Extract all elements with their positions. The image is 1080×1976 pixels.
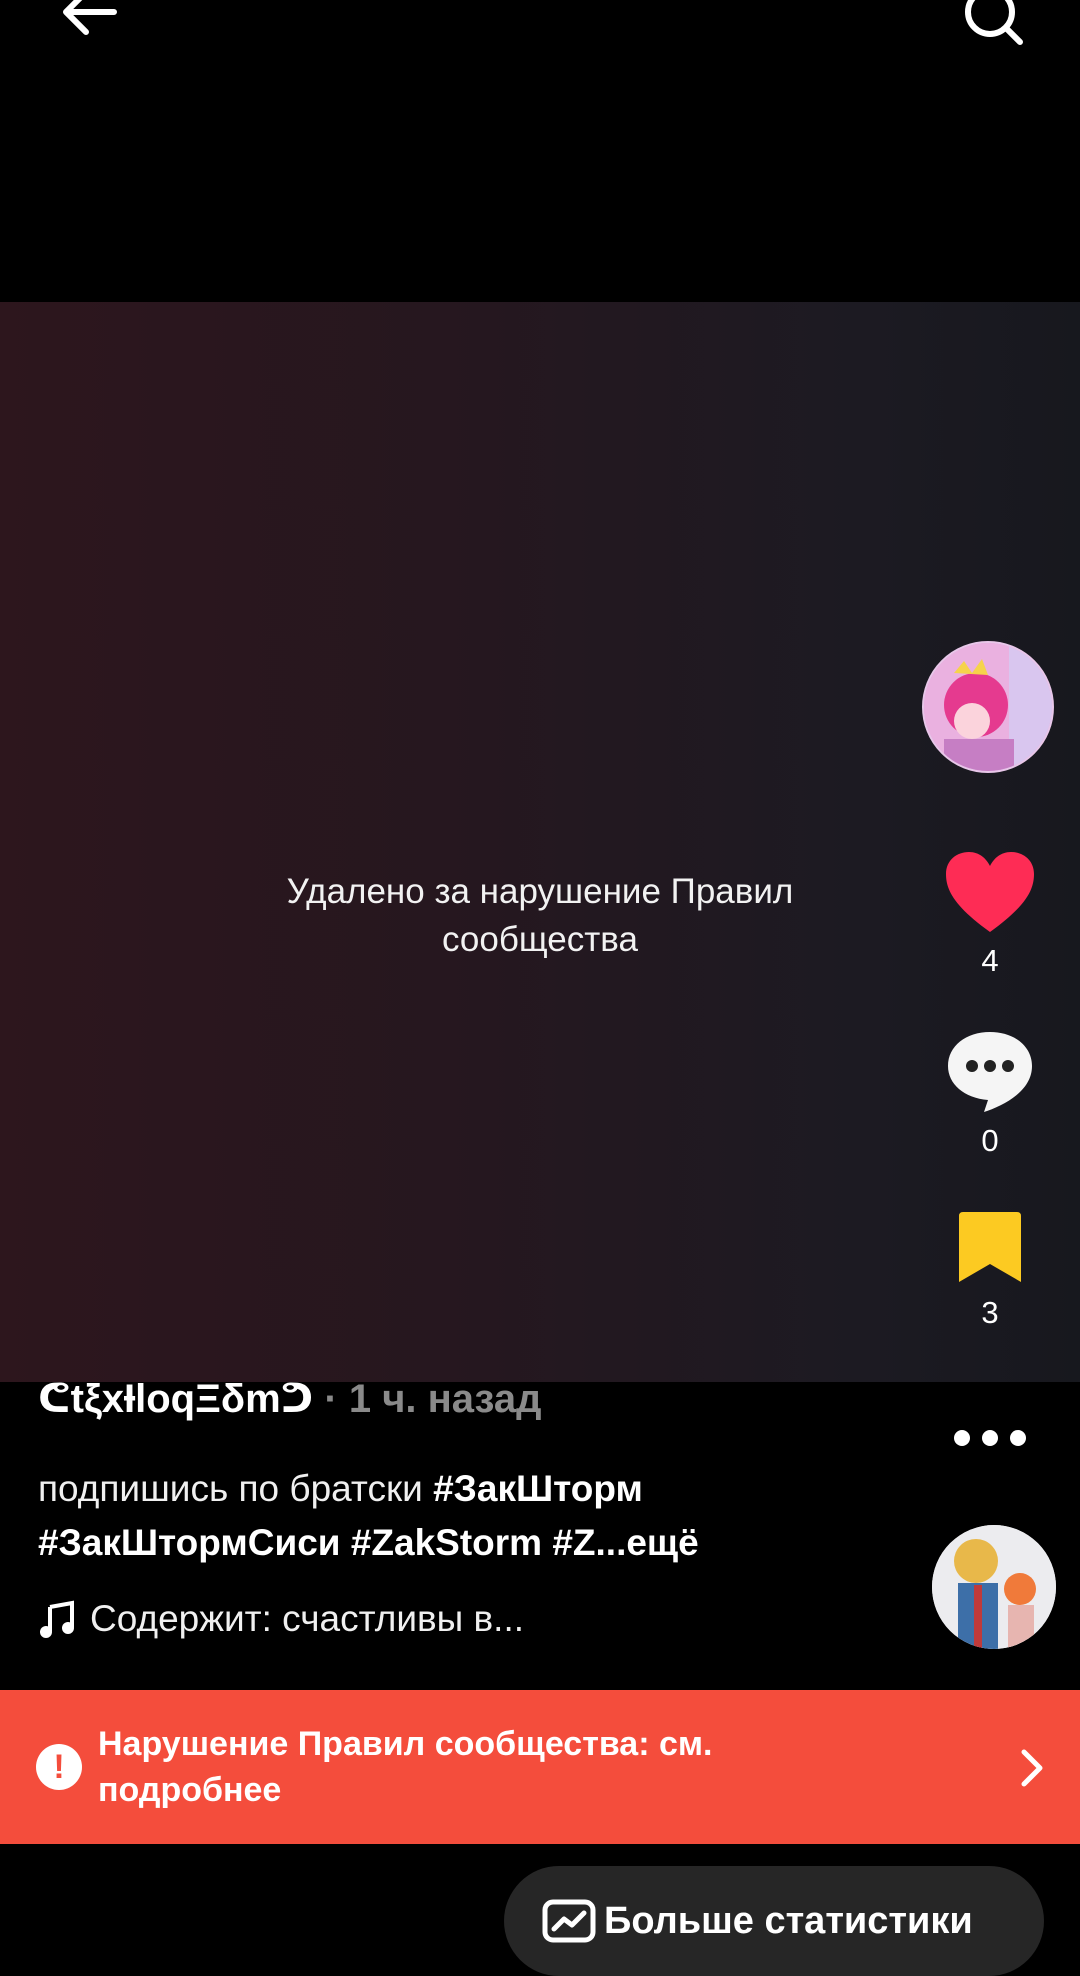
search-icon [965,0,1023,45]
more-stats-label: Больше статистики [604,1899,973,1942]
caption-more-link[interactable]: ...ещё [596,1522,699,1563]
chevron-right-icon [1021,1749,1043,1787]
caption-plain: подпишись по братски [38,1468,434,1509]
music-info[interactable]: Содержит: счастливы в... [38,1598,524,1640]
arrow-left-icon [63,0,117,35]
sound-image [932,1525,1056,1649]
heart-icon [946,852,1034,932]
save-count: 3 [981,1295,999,1330]
post-time: 1 ч. назад [348,1377,542,1421]
caption-text[interactable]: подпишись по братски #ЗакШторм #ЗакШторм… [38,1462,878,1570]
comment-icon [948,1032,1032,1112]
sound-avatar[interactable] [932,1525,1056,1649]
comment-count: 0 [981,1123,999,1158]
violation-banner[interactable]: ! Нарушение Правил сообщества: см. подро… [0,1690,1080,1844]
removed-message: Удалено за нарушение Правил сообщества [286,872,794,959]
like-button[interactable]: 4 [935,850,1045,979]
search-button[interactable] [958,0,1028,48]
video-player[interactable] [0,302,1080,1382]
violation-text: Нарушение Правил сообщества: см. подробн… [98,1725,713,1809]
more-dots-icon [954,1430,1026,1446]
music-note-icon [40,1600,74,1638]
avatar-image [924,643,1052,771]
creator-avatar[interactable] [922,641,1054,773]
like-count: 4 [981,943,999,978]
caption-header: ᕦtξxƗloqΞδmᕤ · 1 ч. назад [38,1376,542,1422]
username[interactable]: ᕦtξxƗloqΞδmᕤ [38,1377,313,1421]
separator-dot: · [313,1377,349,1421]
more-options-button[interactable] [948,1420,1032,1456]
more-stats-button[interactable]: Больше статистики [504,1866,1044,1976]
save-button[interactable]: 3 [935,1210,1045,1331]
trend-chart-icon [542,1899,596,1943]
comment-button[interactable]: 0 [935,1028,1045,1159]
exclamation-icon: ! [36,1744,82,1790]
back-button[interactable] [58,0,128,48]
bookmark-icon [959,1212,1021,1282]
music-label: Содержит: счастливы в... [90,1598,525,1639]
